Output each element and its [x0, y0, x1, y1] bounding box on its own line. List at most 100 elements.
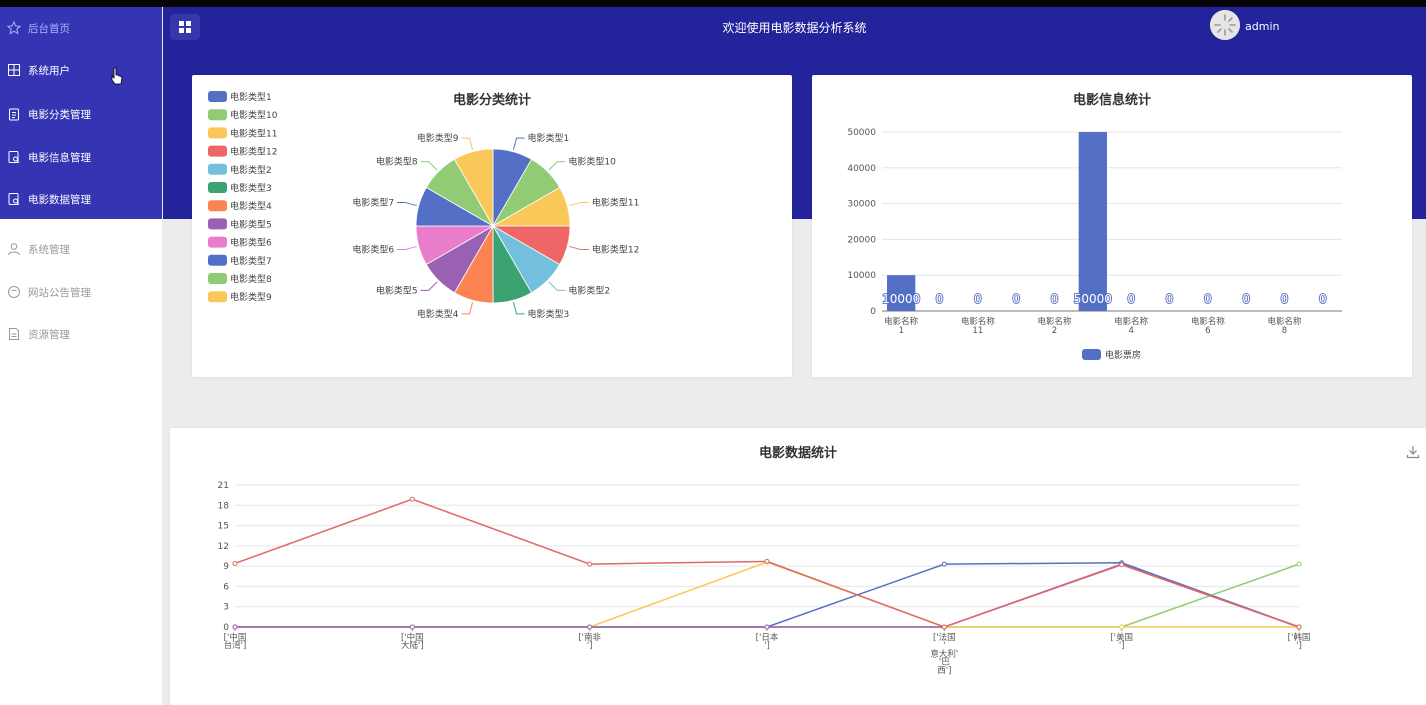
pie-slice-label: 电影类型4: [417, 308, 459, 320]
window-top-bar: [0, 0, 1426, 7]
pie-label-line: [512, 302, 525, 315]
line-point: [1296, 624, 1302, 630]
line-x-tick-label: 大陆']: [401, 640, 424, 651]
line-y-tick-label: 3: [223, 603, 229, 613]
bar-y-tick-label: 40000: [847, 164, 876, 174]
pie-label-line: [512, 137, 525, 150]
line-point: [1119, 562, 1125, 568]
pie-slice-label: 电影类型8: [376, 156, 418, 168]
line-series: [235, 561, 1299, 628]
bar-y-tick-label: 20000: [847, 235, 876, 245]
line-point: [232, 624, 238, 630]
bar-x-tick-label: 2: [1052, 326, 1057, 336]
line-point: [764, 558, 770, 564]
document-search-icon: [7, 150, 21, 164]
bar-data-label: 0: [1012, 292, 1020, 306]
sidebar-item-8[interactable]: 资源管理: [0, 319, 162, 349]
sidebar-item-label: 网站公告管理: [28, 286, 91, 299]
sidebar-item-7[interactable]: 网站公告管理: [0, 277, 162, 307]
avatar[interactable]: [1210, 10, 1240, 40]
pie-legend-swatch: [208, 163, 227, 175]
pie-legend-label: 电影类型4: [230, 200, 272, 212]
line-y-tick-label: 9: [223, 562, 229, 572]
line-series: [235, 563, 1300, 628]
pie-legend-swatch: [208, 236, 227, 248]
bar-x-tick-label: 4: [1128, 326, 1133, 336]
pie-label-line: [548, 281, 566, 291]
line-y-tick-label: 18: [218, 501, 230, 511]
line-x-tick-label: ']: [1119, 641, 1125, 651]
sidebar-item-3[interactable]: 电影分类管理: [0, 99, 162, 129]
line-point: [587, 624, 593, 630]
pie-label-line: [420, 161, 438, 171]
pie-legend-label: 电影类型3: [230, 182, 272, 194]
line-point: [409, 624, 415, 630]
mouse-cursor-icon: [111, 67, 123, 85]
line-y-tick-label: 0: [223, 623, 229, 633]
line-x-tick-label: ']: [1296, 641, 1302, 651]
pie-legend-label: 电影类型10: [230, 109, 278, 121]
sidebar-item-label: 电影分类管理: [28, 108, 91, 121]
bar-legend-label: 电影票房: [1105, 349, 1141, 361]
line-y-tick-label: 6: [223, 582, 229, 592]
sidebar-item-2[interactable]: 系统用户: [0, 55, 162, 85]
pie-label-line: [420, 281, 438, 291]
line-point: [587, 561, 593, 567]
bar-legend-swatch: [1082, 349, 1101, 360]
bar-y-tick-label: 30000: [847, 200, 876, 210]
pie-legend-label: 电影类型9: [230, 291, 272, 303]
bar-x-tick-label: 8: [1282, 326, 1287, 336]
pie-slice-label: 电影类型10: [568, 156, 616, 168]
sidebar-item-1[interactable]: 后台首页: [0, 13, 162, 43]
sidebar-item-label: 资源管理: [28, 328, 70, 341]
pie-label-line: [548, 161, 566, 171]
bar-y-tick-label: 10000: [847, 271, 876, 281]
pie-slice-label: 电影类型9: [417, 132, 459, 144]
grid-icon: [7, 63, 21, 77]
pie-legend-swatch: [208, 182, 227, 193]
pie-slice-label: 电影类型2: [568, 284, 610, 296]
pie-legend-label: 电影类型5: [230, 218, 272, 230]
line-point: [941, 624, 947, 630]
line-chart: 036912151821['中国台湾']['中国大陆']['南非']['日本']…: [218, 481, 1311, 676]
pie-legend-swatch: [208, 291, 227, 303]
pie-legend-label: 电影类型1: [230, 91, 272, 103]
chat-icon: [7, 285, 21, 299]
pie-chart: 电影类型1 电影类型10 电影类型11 电影类型12 电影类型2 电影类型3 电影类型4 电影…: [208, 91, 639, 320]
bar-x-tick-label: 11: [972, 326, 983, 336]
bar-chart: 0100002000030000400005000010000 0 0 0 0 50000…: [847, 128, 1342, 361]
bar-data-label: 50000: [1074, 292, 1112, 306]
sidebar-item-5[interactable]: 电影数据管理: [0, 184, 162, 214]
sidebar-item-6[interactable]: 系统管理: [0, 234, 162, 264]
line-series: [235, 563, 1300, 628]
sidebar-item-label: 系统管理: [28, 243, 70, 256]
pie-slice-label: 电影类型11: [592, 196, 639, 208]
pie-slice-label: 电影类型5: [376, 284, 418, 296]
pie-legend-swatch: [208, 109, 227, 121]
movie-data-stats-card: 电影数据统计 0 3 6 9 12 15 18 21 ['中国 台湾'] ['中国 大陆'] ['南非 '…: [170, 428, 1426, 705]
line-point: [1119, 624, 1125, 630]
pie-legend-label: 电影类型6: [230, 237, 272, 249]
bar-y-tick-label: 0: [870, 307, 876, 317]
user-icon: [7, 242, 21, 256]
bar-data-label: 10000: [882, 292, 920, 306]
avatar-image: [1210, 10, 1240, 40]
star-icon: [7, 21, 21, 35]
line-x-tick-label: ']: [587, 641, 593, 651]
bar-x-tick-label: 6: [1205, 326, 1210, 336]
line-point: [941, 561, 947, 567]
pie-legend-swatch: [208, 218, 227, 230]
user-name[interactable]: admin: [1245, 20, 1279, 33]
movie-info-stats-card: 电影信息统计 0 10000 20000 30000 40000 50000 10000 0 0…: [812, 75, 1412, 377]
pie-legend-label: 电影类型2: [230, 164, 272, 176]
line-point: [232, 560, 238, 566]
line-y-tick-label: 12: [218, 542, 229, 552]
bar-data-label: 0: [974, 292, 982, 306]
pie-label-line: [397, 201, 417, 207]
file-icon: [7, 327, 21, 341]
line-point: [1296, 561, 1302, 567]
sidebar-item-4[interactable]: 电影信息管理: [0, 142, 162, 172]
pie-legend-label: 电影类型12: [230, 146, 277, 158]
pie-label-line: [569, 201, 589, 207]
sidebar-item-label: 后台首页: [28, 22, 70, 35]
